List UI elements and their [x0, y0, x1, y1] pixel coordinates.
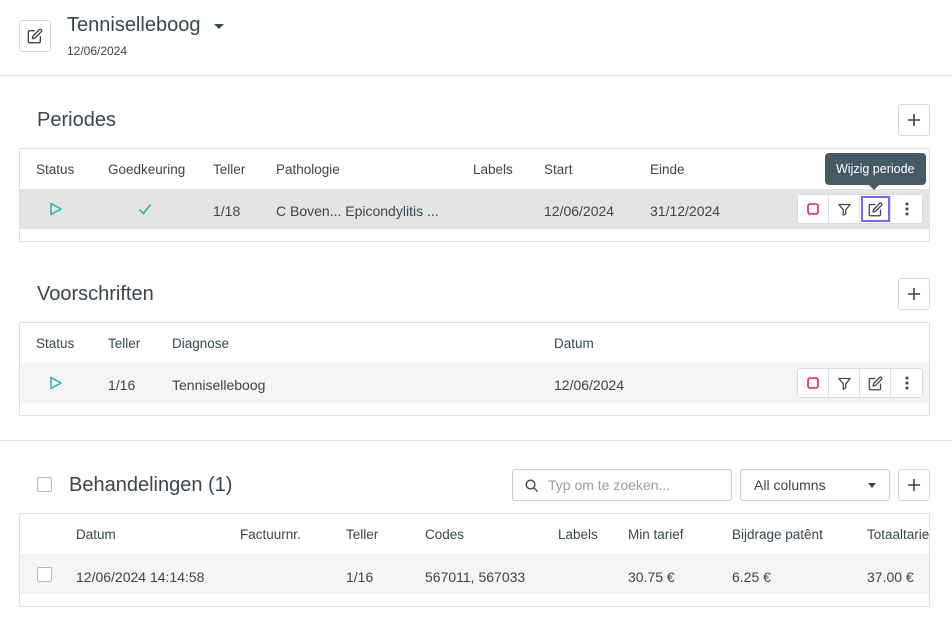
column-header-start: Start [544, 162, 573, 177]
tooltip: Wijzig periode [825, 153, 926, 185]
edit-patient-button[interactable] [19, 20, 51, 52]
stop-button[interactable] [798, 195, 829, 223]
row-actions [797, 194, 923, 224]
column-header-teller: Teller [108, 336, 141, 351]
edit-icon [868, 376, 882, 390]
cell-einde: 31/12/2024 [650, 203, 721, 219]
cell-datum: 12/06/2024 [554, 377, 625, 393]
column-header-labels: Labels [473, 162, 513, 177]
select-all-checkbox[interactable] [37, 477, 52, 492]
section-title-behandelingen: Behandelingen (1) [69, 474, 233, 496]
row-actions [797, 368, 923, 398]
stop-icon [807, 203, 819, 215]
divider [0, 440, 952, 441]
plus-icon [908, 288, 920, 300]
section-title-voorschriften: Voorschriften [37, 283, 154, 305]
cell-datum: 12/06/2024 14:14:58 [76, 569, 205, 585]
column-header-status: Status [36, 336, 75, 351]
column-header-diagnose: Diagnose [172, 336, 230, 351]
column-header-teller: Teller [346, 527, 379, 542]
filter-button[interactable] [829, 195, 860, 223]
column-header-codes: Codes [425, 527, 465, 542]
column-header-goedkeuring: Goedkeuring [108, 162, 186, 177]
more-vertical-icon [905, 376, 908, 390]
column-filter-select[interactable]: All columns [740, 469, 890, 501]
filter-icon [837, 203, 851, 216]
play-icon [50, 376, 62, 390]
tooltip-arrow [869, 185, 879, 190]
voorschriften-table: Status Teller Diagnose Datum 1/16 Tennis… [19, 322, 930, 416]
cell-diagnose: Tenniselleboog [172, 377, 266, 393]
more-button[interactable] [891, 369, 922, 397]
cell-teller: 1/16 [346, 569, 374, 585]
page-title-dropdown[interactable]: Tenniselleboog [67, 14, 225, 37]
column-header-min-tarief: Min tarief [628, 527, 684, 542]
play-icon [50, 202, 62, 216]
chevron-down-icon [214, 24, 225, 29]
cell-totaal: 37.00 € [867, 569, 914, 585]
cell-codes: 567011, 567033 [425, 569, 526, 585]
column-header-datum: Datum [554, 336, 594, 351]
edit-voorschrift-button[interactable] [860, 369, 891, 397]
cell-min-tarief: 30.75 € [628, 569, 675, 585]
page-subtitle-date: 12/06/2024 [67, 44, 128, 58]
plus-icon [908, 114, 920, 126]
cell-teller: 1/18 [213, 203, 241, 219]
cell-bijdrage: 6.25 € [732, 569, 771, 585]
add-behandeling-button[interactable] [898, 469, 930, 501]
behandelingen-table: Datum Factuurnr. Teller Codes Labels Min… [19, 513, 930, 607]
plus-icon [908, 479, 920, 491]
table-row[interactable]: 1/18 C Boven... Epicondylitis ... 12/06/… [20, 189, 929, 229]
add-voorschrift-button[interactable] [898, 278, 930, 310]
column-header-status: Status [36, 162, 75, 177]
column-header-pathologie: Pathologie [276, 162, 340, 177]
chevron-down-icon [868, 482, 876, 488]
select-value: All columns [754, 477, 826, 493]
column-header-totaaltarief: Totaaltarie [867, 527, 930, 542]
column-header-labels: Labels [558, 527, 598, 542]
check-icon [138, 204, 152, 215]
more-vertical-icon [905, 202, 908, 216]
search-icon [525, 479, 538, 492]
more-button[interactable] [891, 195, 922, 223]
cell-pathologie: C Boven... Epicondylitis ... [276, 203, 439, 219]
add-periode-button[interactable] [898, 104, 930, 136]
column-header-bijdrage: Bijdrage patênt [732, 527, 823, 542]
cell-teller: 1/16 [108, 377, 136, 393]
column-header-einde: Einde [650, 162, 685, 177]
filter-icon [837, 377, 851, 390]
search-placeholder: Typ om te zoeken... [548, 477, 671, 493]
column-header-teller: Teller [213, 162, 246, 177]
filter-button[interactable] [829, 369, 860, 397]
cell-start: 12/06/2024 [544, 203, 615, 219]
page-title: Tenniselleboog [67, 14, 201, 36]
edit-icon [868, 202, 882, 216]
edit-periode-button[interactable] [860, 195, 891, 223]
table-row[interactable]: 12/06/2024 14:14:58 1/16 567011, 567033 … [20, 554, 929, 594]
stop-button[interactable] [798, 369, 829, 397]
row-checkbox[interactable] [37, 567, 52, 582]
column-header-factuurnr: Factuurnr. [240, 527, 301, 542]
section-title-periodes: Periodes [37, 109, 116, 131]
search-input[interactable]: Typ om te zoeken... [512, 469, 732, 501]
table-row[interactable]: 1/16 Tenniselleboog 12/06/2024 [20, 363, 929, 403]
periodes-table: Status Goedkeuring Teller Pathologie Lab… [19, 148, 930, 242]
stop-icon [807, 377, 819, 389]
divider [0, 75, 952, 76]
column-header-datum: Datum [76, 527, 116, 542]
edit-icon [27, 28, 43, 44]
